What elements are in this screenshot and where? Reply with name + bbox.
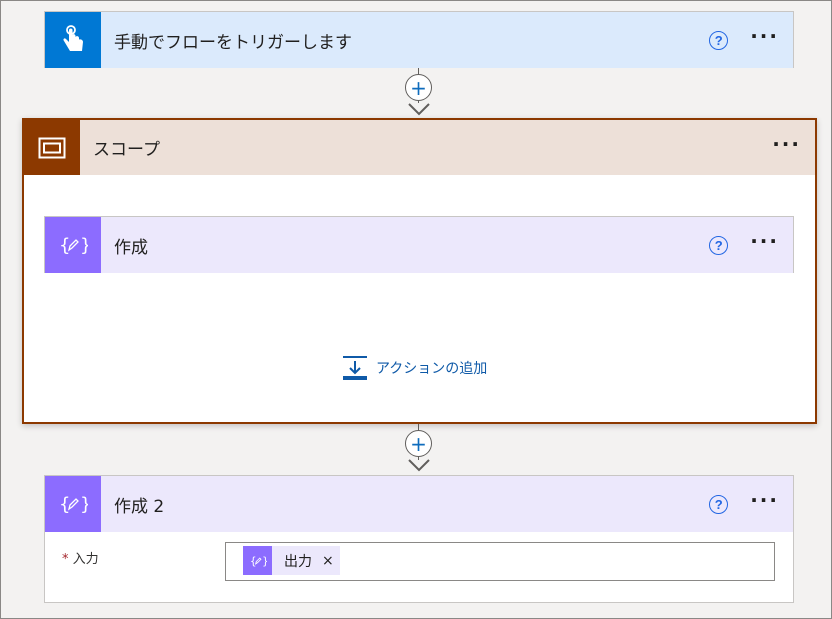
compose-icon: { } xyxy=(249,555,267,567)
plus-icon: + xyxy=(410,431,427,456)
more-options-icon[interactable]: ··· xyxy=(750,26,779,54)
svg-text:}: } xyxy=(262,555,267,567)
more-options-icon[interactable]: ··· xyxy=(750,490,779,518)
compose-title: 作成 xyxy=(114,237,148,258)
svg-text:{: { xyxy=(249,555,256,567)
arrow-down-icon xyxy=(408,103,430,116)
trigger-icon-box xyxy=(45,12,101,68)
required-mark: * xyxy=(62,552,69,567)
input-row: * 入力 { } 出力 × xyxy=(45,532,793,602)
insert-step-button[interactable]: + xyxy=(405,74,432,101)
scope-title: スコープ xyxy=(93,140,160,160)
trigger-card[interactable]: 手動でフローをトリガーします ? ··· xyxy=(44,11,794,68)
token-label: 出力 xyxy=(284,553,312,570)
arrow-down-icon xyxy=(408,459,430,472)
more-options-icon[interactable]: ··· xyxy=(772,134,801,162)
compose2-card[interactable]: { } 作成 2 ? ··· * 入力 { } 出力 xyxy=(44,475,794,603)
scope-card[interactable]: スコープ ··· { } 作成 ? ··· アクションの追加 xyxy=(22,118,817,424)
input-label-wrap: * 入力 xyxy=(62,548,99,567)
scope-icon-box xyxy=(24,120,80,175)
compose-card[interactable]: { } 作成 ? ··· xyxy=(44,216,794,273)
compose2-icon-box: { } xyxy=(45,476,101,532)
help-icon[interactable]: ? xyxy=(709,235,729,255)
input-label: 入力 xyxy=(72,552,99,567)
token-icon-box: { } xyxy=(243,546,272,575)
plus-icon: + xyxy=(410,75,427,100)
scope-icon xyxy=(38,137,66,158)
token-chip[interactable]: { } 出力 × xyxy=(243,546,340,575)
svg-text:{: { xyxy=(59,494,70,515)
add-action-button[interactable]: アクションの追加 xyxy=(342,355,487,381)
help-icon[interactable]: ? xyxy=(709,494,729,514)
svg-text:{: { xyxy=(59,235,70,256)
add-action-label: アクションの追加 xyxy=(376,361,488,377)
compose-icon-box: { } xyxy=(45,217,101,273)
more-options-icon[interactable]: ··· xyxy=(750,231,779,259)
help-icon[interactable]: ? xyxy=(709,30,729,50)
scope-header[interactable]: スコープ ··· xyxy=(24,120,815,175)
add-action-icon xyxy=(343,356,367,380)
compose-icon: { } xyxy=(59,494,88,515)
input-field[interactable]: { } 出力 × xyxy=(225,542,775,581)
trigger-header[interactable]: 手動でフローをトリガーします ? ··· xyxy=(45,12,793,68)
hand-touch-icon xyxy=(63,25,83,51)
compose2-title: 作成 2 xyxy=(114,496,165,517)
svg-text:}: } xyxy=(80,494,88,515)
compose-icon: { } xyxy=(59,235,88,256)
svg-text:}: } xyxy=(80,235,88,256)
compose-header[interactable]: { } 作成 ? ··· xyxy=(45,217,793,273)
trigger-title: 手動でフローをトリガーします xyxy=(114,32,352,53)
insert-step-button[interactable]: + xyxy=(405,430,432,457)
compose2-header[interactable]: { } 作成 2 ? ··· xyxy=(45,476,793,532)
token-remove-icon[interactable]: × xyxy=(322,553,334,569)
